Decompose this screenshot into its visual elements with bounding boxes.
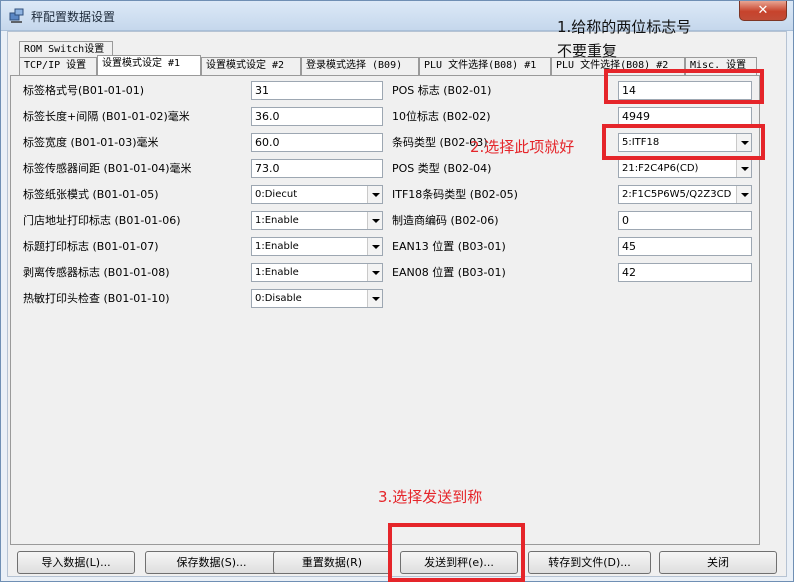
peel-sensor-flag-select[interactable]: 1:Enable — [251, 263, 383, 282]
note-2: 2.选择此项就好 — [470, 138, 575, 156]
reset-data-button[interactable]: 重置数据(R) — [273, 551, 391, 574]
label-title-print-flag: 标题打印标志 (B01-01-07) — [23, 240, 159, 253]
length-gap-input[interactable]: 36.0 — [251, 107, 383, 126]
pos-flag-input[interactable]: 14 — [618, 81, 752, 100]
itf18-type-value: 2:F1C5P6W5/Q2Z3CD — [622, 189, 732, 200]
ean08-position-input[interactable]: 42 — [618, 263, 752, 282]
chevron-down-icon[interactable] — [367, 186, 382, 203]
network-app-icon — [9, 8, 24, 23]
label-ean08-position: EAN08 位置 (B03-01) — [392, 266, 506, 279]
note-1-line-1: 1.给称的两位标志号 — [557, 18, 692, 36]
save-data-button[interactable]: 保存数据(S)... — [145, 551, 278, 574]
label-paper-mode: 标签纸张模式 (B01-01-05) — [23, 188, 159, 201]
barcode-type-value: 5:ITF18 — [622, 137, 660, 148]
title-print-flag-select[interactable]: 1:Enable — [251, 237, 383, 256]
tab-login-mode[interactable]: 登录模式选择 (B09) — [301, 57, 419, 75]
head-check-select[interactable]: 0:Disable — [251, 289, 383, 308]
label-peel-sensor-flag: 剥离传感器标志 (B01-01-08) — [23, 266, 170, 279]
manufacturer-code-input[interactable]: 0 — [618, 211, 752, 230]
label-width: 标签宽度 (B01-01-03)毫米 — [23, 136, 159, 149]
chevron-down-icon[interactable] — [736, 134, 751, 151]
label-store-address-flag: 门店地址打印标志 (B01-01-06) — [23, 214, 181, 227]
paper-mode-value: 0:Diecut — [255, 189, 298, 200]
tab-plu-file-1[interactable]: PLU 文件选择(B08) #1 — [419, 57, 551, 75]
chevron-down-icon[interactable] — [736, 186, 751, 203]
window-title: 秤配置数据设置 — [31, 10, 116, 24]
store-address-flag-value: 1:Enable — [255, 215, 299, 226]
label-format-number: 标签格式号(B01-01-01) — [23, 84, 145, 97]
format-number-input[interactable]: 31 — [251, 81, 383, 100]
tab-tcpip[interactable]: TCP/IP 设置 — [19, 57, 97, 75]
ten-digit-flag-input[interactable]: 4949 — [618, 107, 752, 126]
label-width-input[interactable]: 60.0 — [251, 133, 383, 152]
label-pos-type: POS 类型 (B02-04) — [392, 162, 492, 175]
tab-setting-mode-2[interactable]: 设置模式设定 #2 — [201, 57, 301, 75]
label-ten-digit-flag: 10位标志 (B02-02) — [392, 110, 491, 123]
note-3: 3.选择发送到称 — [378, 488, 483, 506]
note-1-line-2: 不要重复 — [557, 42, 618, 60]
chevron-down-icon[interactable] — [367, 212, 382, 229]
label-manufacturer-code: 制造商编码 (B02-06) — [392, 214, 499, 227]
label-length-gap: 标签长度+间隔 (B01-01-02)毫米 — [23, 110, 190, 123]
chevron-down-icon[interactable] — [736, 160, 751, 177]
pos-type-select[interactable]: 21:F2C4P6(CD) — [618, 159, 752, 178]
chevron-down-icon[interactable] — [367, 264, 382, 281]
sensor-distance-input[interactable]: 73.0 — [251, 159, 383, 178]
label-sensor-distance: 标签传感器间距 (B01-01-04)毫米 — [23, 162, 192, 175]
label-ean13-position: EAN13 位置 (B03-01) — [392, 240, 506, 253]
label-itf18-type: ITF18条码类型 (B02-05) — [392, 188, 518, 201]
tab-misc-settings[interactable]: Misc. 设置 — [685, 57, 757, 75]
barcode-type-select[interactable]: 5:ITF18 — [618, 133, 752, 152]
chevron-down-icon[interactable] — [367, 238, 382, 255]
import-data-button[interactable]: 导入数据(L)... — [17, 551, 135, 574]
itf18-type-select[interactable]: 2:F1C5P6W5/Q2Z3CD — [618, 185, 752, 204]
chevron-down-icon[interactable] — [367, 290, 382, 307]
title-print-flag-value: 1:Enable — [255, 241, 299, 252]
window-close-button[interactable]: ✕ — [739, 1, 787, 21]
store-address-flag-select[interactable]: 1:Enable — [251, 211, 383, 230]
export-to-file-button[interactable]: 转存到文件(D)... — [528, 551, 651, 574]
pos-type-value: 21:F2C4P6(CD) — [622, 163, 699, 174]
head-check-value: 0:Disable — [255, 293, 302, 304]
label-pos-flag: POS 标志 (B02-01) — [392, 84, 492, 97]
send-to-scale-button[interactable]: 发送到秤(e)... — [400, 551, 518, 574]
close-button[interactable]: 关闭 — [659, 551, 777, 574]
paper-mode-select[interactable]: 0:Diecut — [251, 185, 383, 204]
peel-sensor-flag-value: 1:Enable — [255, 267, 299, 278]
label-head-check: 热敏打印头检查 (B01-01-10) — [23, 292, 170, 305]
ean13-position-input[interactable]: 45 — [618, 237, 752, 256]
tab-setting-mode-1[interactable]: 设置模式设定 #1 — [97, 55, 201, 75]
